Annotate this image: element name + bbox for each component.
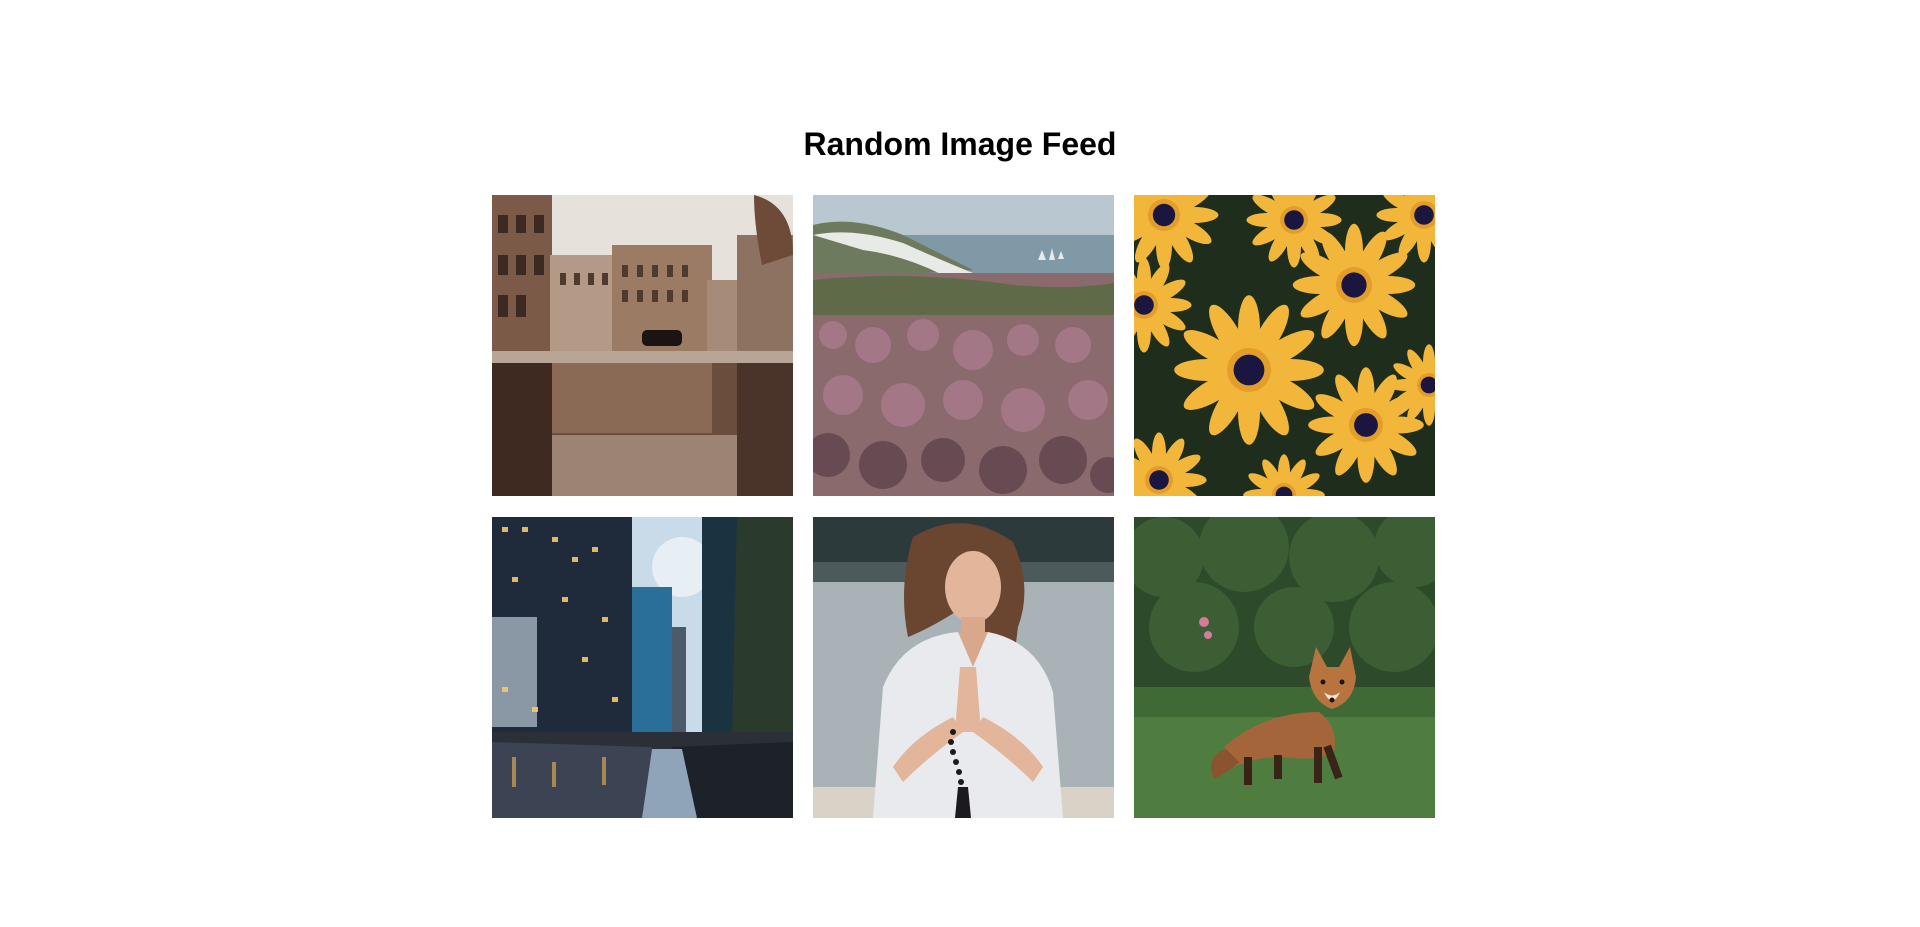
feed-image-woman-praying-lakeside[interactable]	[813, 517, 1114, 818]
feed-image-city-street-reflection[interactable]	[492, 195, 793, 496]
feed-image-coastal-heather-cliffs[interactable]	[813, 195, 1114, 496]
feed-image-city-skyline-wet-street[interactable]	[492, 517, 793, 818]
feed-image-yellow-daisies[interactable]	[1134, 195, 1435, 496]
feed-image-fox-on-grass[interactable]	[1134, 517, 1435, 818]
page-title: Random Image Feed	[803, 126, 1117, 162]
image-grid	[492, 195, 1435, 818]
page: Random Image Feed	[0, 0, 1920, 927]
